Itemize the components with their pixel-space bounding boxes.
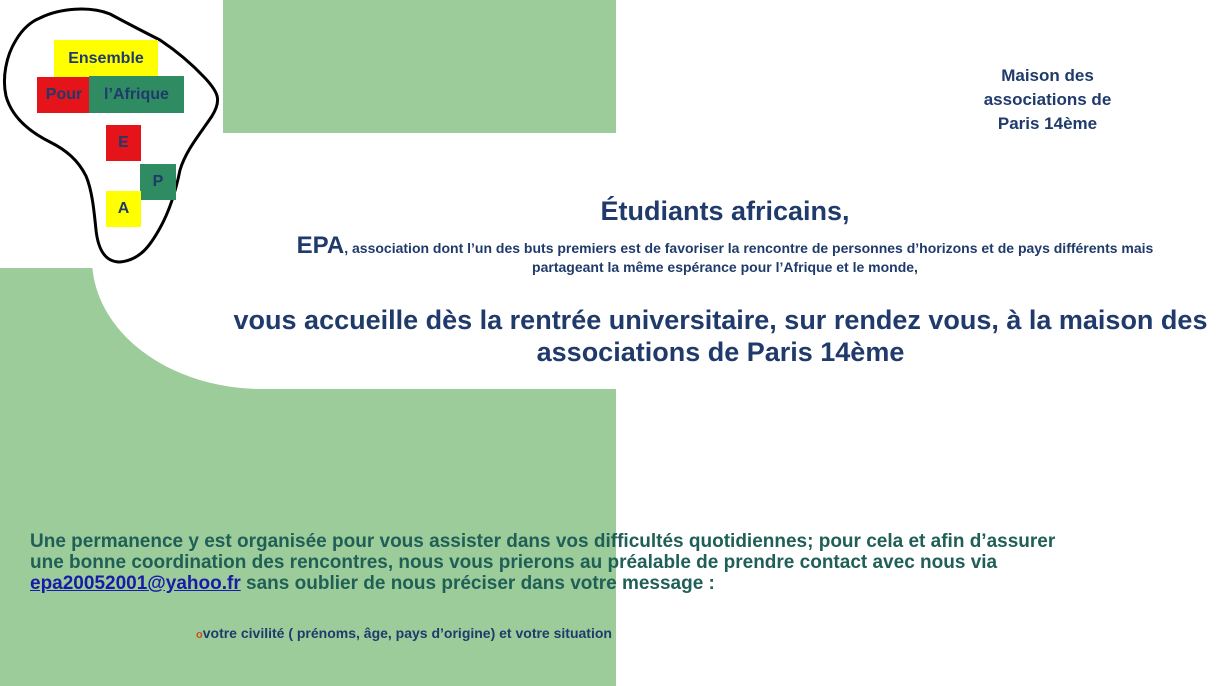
logo-ensemble-label: Ensemble [68, 50, 144, 67]
logo-letter-e-box: E [106, 125, 141, 161]
welcome-line-1: vous accueille dès la rentrée universita… [233, 305, 1208, 335]
permanence-line-2: une bonne coordination des rencontres, n… [30, 552, 998, 573]
logo-letter-p-box: P [140, 164, 176, 200]
bullet-text: votre civilité ( prénoms, âge, pays d’or… [202, 625, 612, 641]
logo-letter-a: A [117, 200, 130, 217]
welcome-line-2: associations de Paris 14ème [536, 337, 905, 367]
permanence-line-3-rest: sans oublier de nous préciser dans votre… [240, 573, 715, 594]
bullet-marker: o [196, 629, 203, 641]
logo-afrique-label: l’Afrique [104, 85, 169, 103]
maison-address: Maison des associations de Paris 14ème [965, 64, 1130, 136]
intro-text-line-1: , association dont l’un des buts premier… [344, 240, 1154, 256]
email-link[interactable]: epa20052001@yahoo.fr [30, 573, 241, 594]
permanence-paragraph: Une permanence y est organisée pour vous… [30, 531, 1110, 594]
intro-paragraph: EPA, association dont l’un des buts prem… [230, 234, 1220, 277]
logo-afrique-box: l’Afrique [89, 76, 184, 113]
maison-line-3: Paris 14ème [997, 114, 1098, 133]
logo-letter-e: E [118, 134, 129, 151]
epa-acronym: EPA [296, 232, 345, 259]
maison-line-1: Maison des [1001, 66, 1094, 85]
logo-ensemble-box: Ensemble [54, 40, 158, 78]
page-title: Étudiants africains, [600, 196, 850, 226]
logo-pour-box: Pour [37, 77, 91, 113]
logo-letter-a-box: A [106, 191, 141, 227]
logo-pour-label: Pour [45, 86, 83, 103]
intro-text-line-2: partageant la même espérance pour l’Afri… [532, 259, 918, 275]
logo-letter-p: P [152, 173, 164, 190]
permanence-line-3: epa20052001@yahoo.fr sans oublier de nou… [30, 573, 1110, 594]
list-item: ovotre civilité ( prénoms, âge, pays d’o… [196, 625, 612, 641]
epa-logo: Ensemble Pour l’Afrique E P A [0, 0, 223, 268]
maison-line-2: associations de [983, 90, 1112, 109]
green-panel-top [223, 0, 616, 133]
welcome-statement: vous accueille dès la rentrée universita… [212, 304, 1229, 368]
permanence-line-1: Une permanence y est organisée pour vous… [30, 531, 1056, 552]
